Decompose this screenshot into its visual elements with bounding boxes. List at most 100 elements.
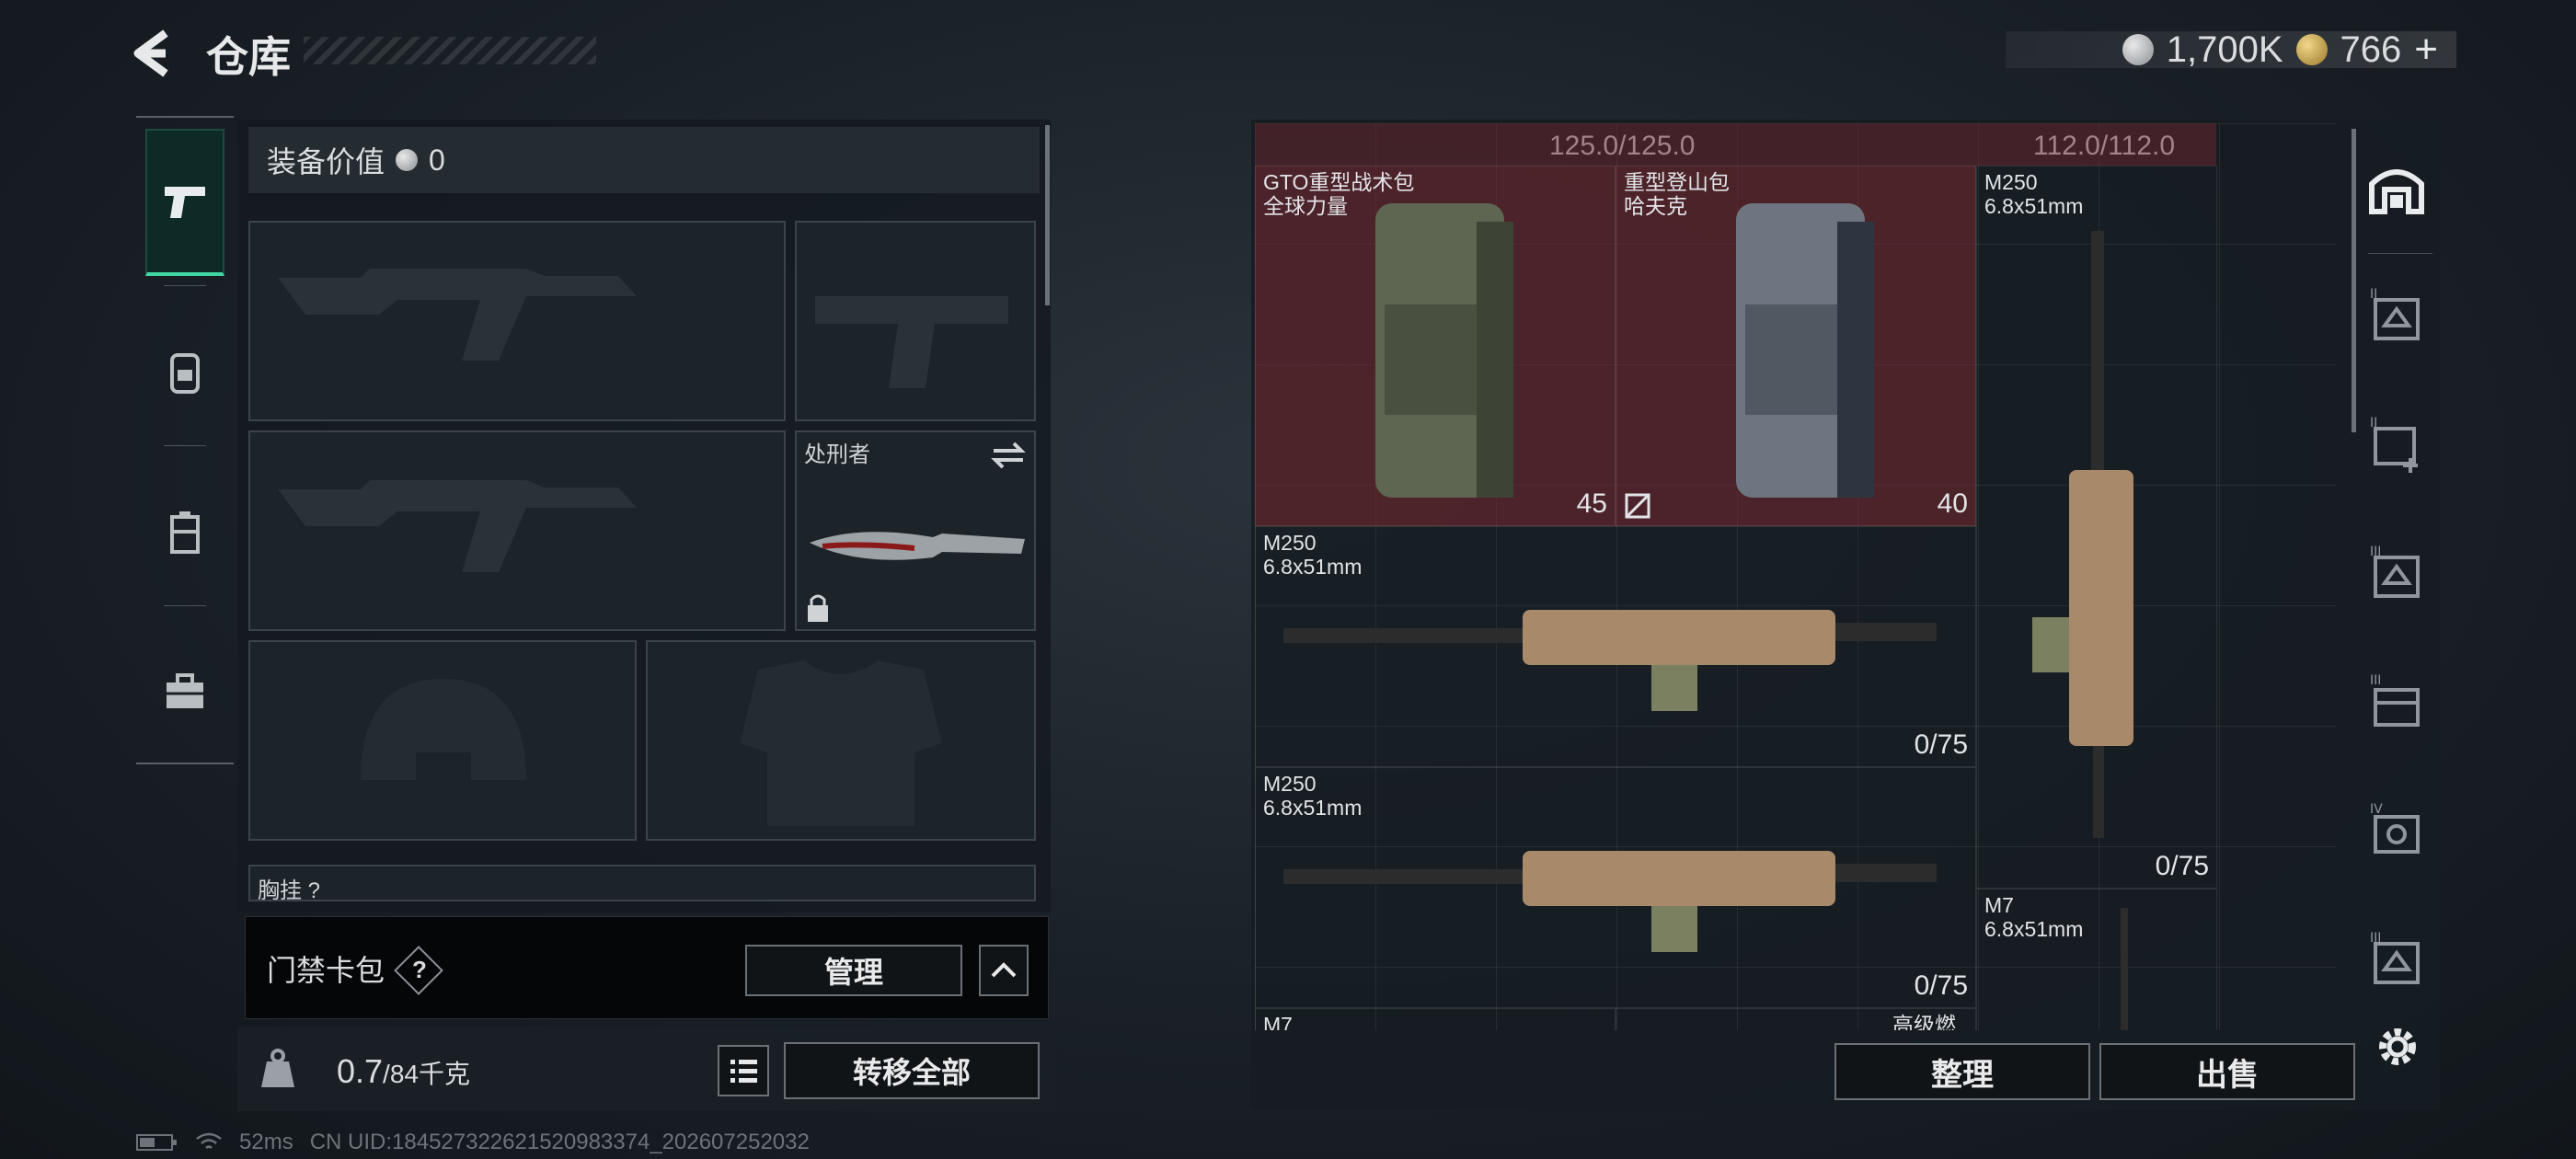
add-currency-button[interactable]: + bbox=[2414, 27, 2438, 73]
filter-tier-iii-button-2[interactable]: III bbox=[2364, 929, 2429, 990]
tab-briefcase[interactable] bbox=[145, 618, 224, 765]
access-card-label: 门禁卡包 bbox=[267, 954, 385, 987]
item-name: M7 bbox=[1263, 1013, 1293, 1030]
filter-home-button[interactable] bbox=[2364, 156, 2429, 221]
silver-coin-icon bbox=[2122, 34, 2154, 65]
manage-button[interactable]: 管理 bbox=[745, 945, 962, 996]
settings-button[interactable] bbox=[2372, 1021, 2423, 1073]
svg-text:II: II bbox=[2370, 287, 2377, 302]
expand-button[interactable] bbox=[979, 945, 1029, 996]
inventory-item[interactable]: 重型登山包 哈夫克 40 bbox=[1616, 166, 1976, 526]
helmet-slot[interactable] bbox=[248, 640, 637, 841]
melee-slot[interactable]: 处刑者 bbox=[795, 430, 1036, 631]
storage-case-icon bbox=[170, 511, 200, 554]
weight-value: 0.7/84千克 bbox=[337, 1052, 470, 1090]
inventory-item[interactable]: M250 6.8x51mm 0/75 bbox=[1255, 767, 1976, 1008]
loadout-scrollbar[interactable] bbox=[1045, 125, 1050, 305]
gold-amount: 766 bbox=[2340, 29, 2402, 70]
uid: CN UID:18452732262152098​3374_2026072520… bbox=[309, 1130, 810, 1154]
inventory-scrollbar[interactable] bbox=[2352, 129, 2356, 432]
helmet-silhouette-icon bbox=[361, 679, 526, 780]
lock-icon bbox=[808, 594, 828, 622]
inventory-item[interactable]: GTO重型战术包 全球力量 45 bbox=[1255, 166, 1616, 526]
armor-slot[interactable] bbox=[646, 640, 1036, 841]
machine-gun-icon bbox=[1283, 610, 1937, 711]
tab-backpack[interactable] bbox=[145, 298, 224, 445]
home-icon bbox=[2369, 169, 2424, 214]
filter-tier-iii-button[interactable]: III bbox=[2364, 543, 2429, 607]
silver-coin-icon bbox=[396, 149, 419, 171]
no-sell-icon bbox=[1625, 493, 1650, 519]
wifi-icon bbox=[196, 1132, 222, 1149]
status-line: 52ms CN UID:18452732262152098​3374_20260… bbox=[136, 1130, 810, 1155]
secondary-weapon-slot[interactable] bbox=[248, 430, 786, 631]
item-count: 45 bbox=[1576, 488, 1607, 519]
tier-iii-container-icon: III bbox=[2370, 673, 2420, 727]
melee-name: 处刑者 bbox=[804, 442, 870, 467]
rifle-silhouette-icon bbox=[278, 480, 637, 572]
backpack-icon bbox=[170, 353, 200, 394]
battery-icon bbox=[136, 1134, 177, 1151]
machine-gun-icon bbox=[1283, 851, 1937, 952]
capacity-header bbox=[1255, 123, 2216, 166]
list-icon bbox=[730, 1060, 757, 1083]
tier-iv-icon: IV bbox=[2370, 802, 2420, 854]
transfer-all-button[interactable]: 转移全部 bbox=[784, 1042, 1040, 1099]
filter-tier-ii-button[interactable]: II bbox=[2364, 285, 2429, 350]
gold-coin-icon bbox=[2295, 34, 2328, 65]
tier-iii-icon-2: III bbox=[2370, 931, 2420, 984]
inventory-item[interactable]: 高级燃料 bbox=[1616, 1008, 1976, 1030]
swap-icon[interactable] bbox=[990, 440, 1027, 471]
svg-text:III: III bbox=[2370, 545, 2381, 559]
primary-weapon-slot[interactable] bbox=[248, 221, 786, 421]
equipment-value: 0 bbox=[429, 143, 445, 177]
gear-icon bbox=[2379, 1028, 2416, 1065]
item-count: 0/75 bbox=[2155, 851, 2209, 881]
inventory-item[interactable]: M250 6.8x51mm 0/75 bbox=[1976, 166, 2217, 889]
filter-tier-iv-button[interactable]: IV bbox=[2364, 800, 2429, 865]
tier-iii-icon: III bbox=[2370, 545, 2420, 598]
chevron-up-icon bbox=[991, 962, 1017, 978]
loadout-tab-rail bbox=[136, 116, 234, 764]
pistol-icon bbox=[165, 187, 205, 218]
svg-text:III: III bbox=[2370, 931, 2381, 946]
sort-button[interactable]: 整理 bbox=[1834, 1043, 2090, 1100]
inventory-item[interactable]: M7 6.8x51mm bbox=[1976, 889, 2217, 1030]
briefcase-icon bbox=[167, 673, 203, 708]
filter-container-button[interactable]: III bbox=[2364, 671, 2429, 736]
list-view-button[interactable] bbox=[718, 1045, 769, 1096]
page-title: 仓库 bbox=[206, 33, 291, 81]
tab-weapons[interactable] bbox=[145, 129, 224, 276]
weight-icon bbox=[261, 1049, 294, 1087]
help-icon-text: ? bbox=[412, 956, 427, 983]
ping: 52ms bbox=[239, 1130, 293, 1154]
inventory-item[interactable]: M250 6.8x51mm 0/75 bbox=[1255, 526, 1976, 767]
item-count: 0/75 bbox=[1914, 729, 1968, 760]
machine-gun-icon bbox=[2032, 231, 2133, 838]
backpack-icon bbox=[1375, 203, 1513, 498]
tab-storage[interactable] bbox=[145, 458, 224, 605]
sidearm-slot[interactable] bbox=[795, 221, 1036, 421]
knife-icon bbox=[810, 532, 1025, 560]
svg-text:II: II bbox=[2370, 416, 2377, 430]
add-tier-ii-icon: II bbox=[2370, 416, 2418, 473]
item-name: M7 6.8x51mm bbox=[1984, 893, 2084, 941]
item-name: 高级燃料 bbox=[1892, 1013, 1956, 1030]
currency-bar[interactable]: 1,700K 766 + bbox=[2006, 27, 2456, 72]
sell-button[interactable]: 出售 bbox=[2099, 1043, 2355, 1100]
item-name: M250 6.8x51mm bbox=[1984, 170, 2084, 218]
back-arrow-icon bbox=[133, 29, 168, 77]
rifle-icon bbox=[2121, 908, 2128, 1030]
item-count: 40 bbox=[1937, 488, 1968, 519]
rifle-silhouette-icon bbox=[278, 269, 637, 361]
tier-ii-icon: II bbox=[2370, 287, 2420, 340]
svg-text:IV: IV bbox=[2370, 802, 2383, 817]
inventory-item[interactable]: M7 bbox=[1255, 1008, 1616, 1030]
svg-text:III: III bbox=[2370, 673, 2381, 688]
filter-add-button[interactable]: II bbox=[2364, 414, 2429, 478]
inventory-grid: 125.0/125.0 112.0/112.0 GTO重型战术包 全球力量 45 … bbox=[1255, 123, 2337, 1030]
back-button[interactable] bbox=[129, 26, 184, 81]
chest-rig-slot[interactable]: 胸挂 ? bbox=[248, 865, 1036, 901]
pistol-silhouette-icon bbox=[815, 296, 1008, 388]
item-count: 0/75 bbox=[1914, 970, 1968, 1001]
